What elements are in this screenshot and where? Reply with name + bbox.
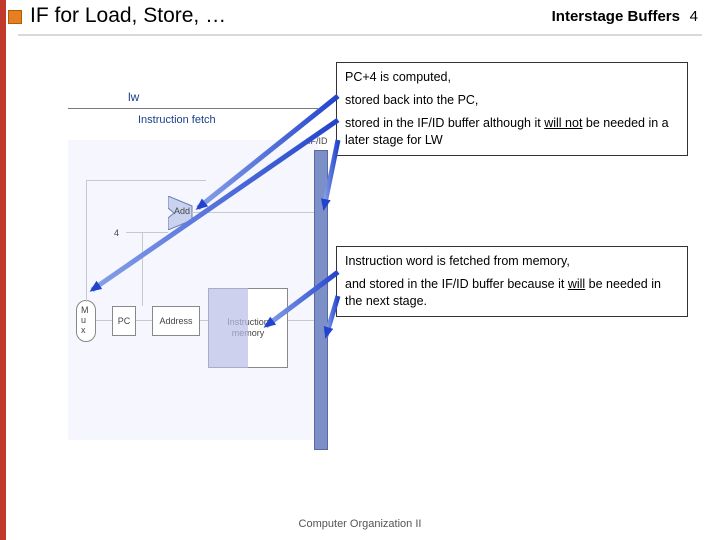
- ifid-buffer: [314, 150, 328, 450]
- accent-bar: [0, 0, 6, 540]
- pc-block: PC: [112, 306, 136, 336]
- lw-label: lw: [128, 90, 139, 104]
- callout-pc4-line1: PC+4 is computed,: [345, 69, 679, 86]
- stage-label: Instruction fetch: [138, 114, 216, 126]
- mux-block: Mux: [76, 300, 96, 342]
- title-bullet-icon: [8, 10, 22, 24]
- callout-pc4-line3: stored in the IF/ID buffer although it w…: [345, 115, 679, 149]
- ifid-label: IF/ID: [308, 136, 328, 146]
- slide-title: IF for Load, Store, …: [30, 4, 226, 28]
- callout-iword-line2: and stored in the IF/ID buffer because i…: [345, 276, 679, 310]
- footer-text: Computer Organization II: [0, 518, 720, 530]
- page-number: 4: [690, 8, 698, 25]
- imem-shade: [208, 288, 248, 368]
- mux-label: Mux: [81, 305, 89, 335]
- four-label: 4: [114, 228, 119, 238]
- diagram-area: lw Instruction fetch IF/ID Mux PC Addres…: [18, 40, 702, 500]
- section-label: Interstage Buffers: [552, 8, 680, 25]
- callout-iword: Instruction word is fetched from memory,…: [336, 246, 688, 317]
- add-label: Add: [174, 206, 190, 216]
- callout-iword-line1: Instruction word is fetched from memory,: [345, 253, 679, 270]
- address-port: Address: [152, 306, 200, 336]
- callout-pc4: PC+4 is computed, stored back into the P…: [336, 62, 688, 156]
- slide: IF for Load, Store, … Interstage Buffers…: [0, 0, 720, 540]
- title-underline: [18, 34, 702, 36]
- title-row: IF for Load, Store, … Interstage Buffers…: [0, 4, 720, 32]
- callout-pc4-line2: stored back into the PC,: [345, 92, 679, 109]
